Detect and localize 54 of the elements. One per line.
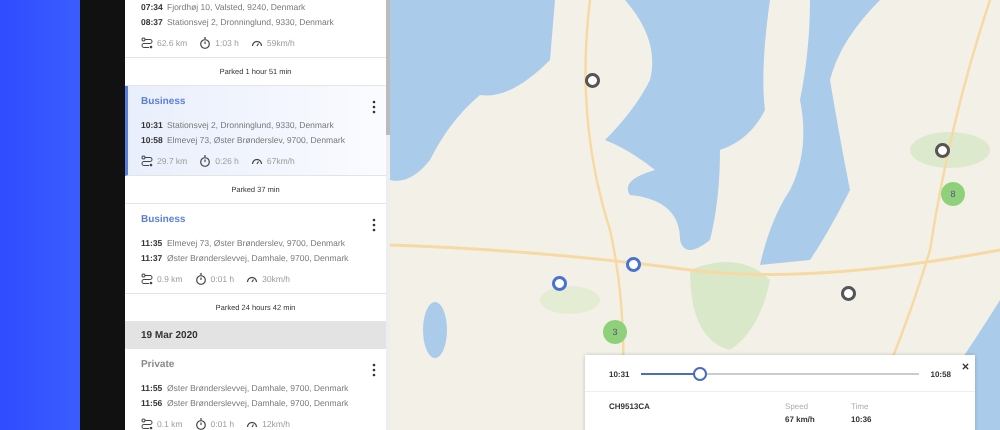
more-icon[interactable] xyxy=(372,363,376,377)
stop-time: 11:35 xyxy=(141,237,164,250)
stop-address: Elmevej 73, Øster Brønderslev, 9700, Denmark xyxy=(167,134,345,147)
stop-address: Øster Brønderslevvej, Damhale, 9700, Denmark xyxy=(167,397,348,410)
stop-address: Øster Brønderslevvej, Damhale, 9700, Denmark xyxy=(167,252,348,265)
trip-duration: 1:03 h xyxy=(215,38,239,48)
trip-distance: 29.7 km xyxy=(157,156,188,166)
trip-distance: 62.6 km xyxy=(157,38,188,48)
stop-time: 11:56 xyxy=(141,397,164,410)
trip-card[interactable]: Business 10:31 Stationsvej 2, Dronninglund, 9330, Denmark 10:58 Elmevej 73, Øster Brønderslev, 9700, Denmark 29.7 km 0:26 h 67km/h xyxy=(125,86,386,176)
time-label: Time xyxy=(851,402,870,411)
scrollbar[interactable] xyxy=(386,0,390,430)
trip-duration: 0:01 h xyxy=(210,274,234,284)
speed-value: 67 km/h xyxy=(785,415,816,424)
trip-speed: 12km/h xyxy=(262,419,290,429)
stop-address: Øster Brønderslevvej, Damhale, 9700, Denmark xyxy=(167,382,348,395)
more-icon[interactable] xyxy=(372,100,376,114)
stop-time: 10:58 xyxy=(141,134,164,147)
trip-speed: 59km/h xyxy=(266,38,295,48)
map[interactable]: 3 8 10:31 10:58 CH9513CA Speed 67 km/h Time 10:36 xyxy=(390,0,1000,430)
stop-address: Stationsvej 2, Dronninglund, 9330, Denmark xyxy=(167,119,334,132)
trip-category: Private xyxy=(141,359,174,372)
time-value: 10:36 xyxy=(851,415,872,424)
stopwatch-icon xyxy=(199,155,212,167)
trip-category: Business xyxy=(141,214,186,227)
stop-time: 11:37 xyxy=(141,252,164,265)
vehicle-id: CH9513CA xyxy=(609,402,651,413)
end-time: 10:58 xyxy=(930,370,951,378)
route-icon xyxy=(141,418,153,430)
stop-address: Stationsvej 2, Dronninglund, 9330, Denmark xyxy=(167,16,334,29)
slider-thumb[interactable] xyxy=(692,367,707,381)
trip-category: Business xyxy=(141,96,186,109)
trip-speed: 30km/h xyxy=(262,274,290,284)
trip-distance: 0.1 km xyxy=(157,419,183,429)
stop-time: 08:37 xyxy=(141,16,164,29)
stopwatch-icon xyxy=(194,418,207,430)
start-time: 10:31 xyxy=(609,370,630,378)
more-icon[interactable] xyxy=(372,218,376,232)
speed-label: Speed xyxy=(785,402,810,411)
route-icon xyxy=(141,155,153,167)
trip-distance: 0.9 km xyxy=(157,274,183,284)
trip-speed: 67km/h xyxy=(266,156,295,166)
stop-address: Fjordhøj 10, Valsted, 9240, Denmark xyxy=(167,1,306,14)
route-icon xyxy=(141,37,153,49)
stop-time: 10:31 xyxy=(141,119,164,132)
trip-duration: 0:26 h xyxy=(215,156,239,166)
stop-time: 11:55 xyxy=(141,382,164,395)
route-icon xyxy=(141,273,153,285)
stop-address: Elmevej 73, Øster Brønderslev, 9700, Denmark xyxy=(167,237,345,250)
date-header: 19 Mar 2020 xyxy=(125,322,386,349)
trip-duration: 0:01 h xyxy=(210,419,234,429)
stop-time: 07:34 xyxy=(141,1,164,14)
stopwatch-icon xyxy=(194,273,207,285)
stopwatch-icon xyxy=(199,37,212,49)
